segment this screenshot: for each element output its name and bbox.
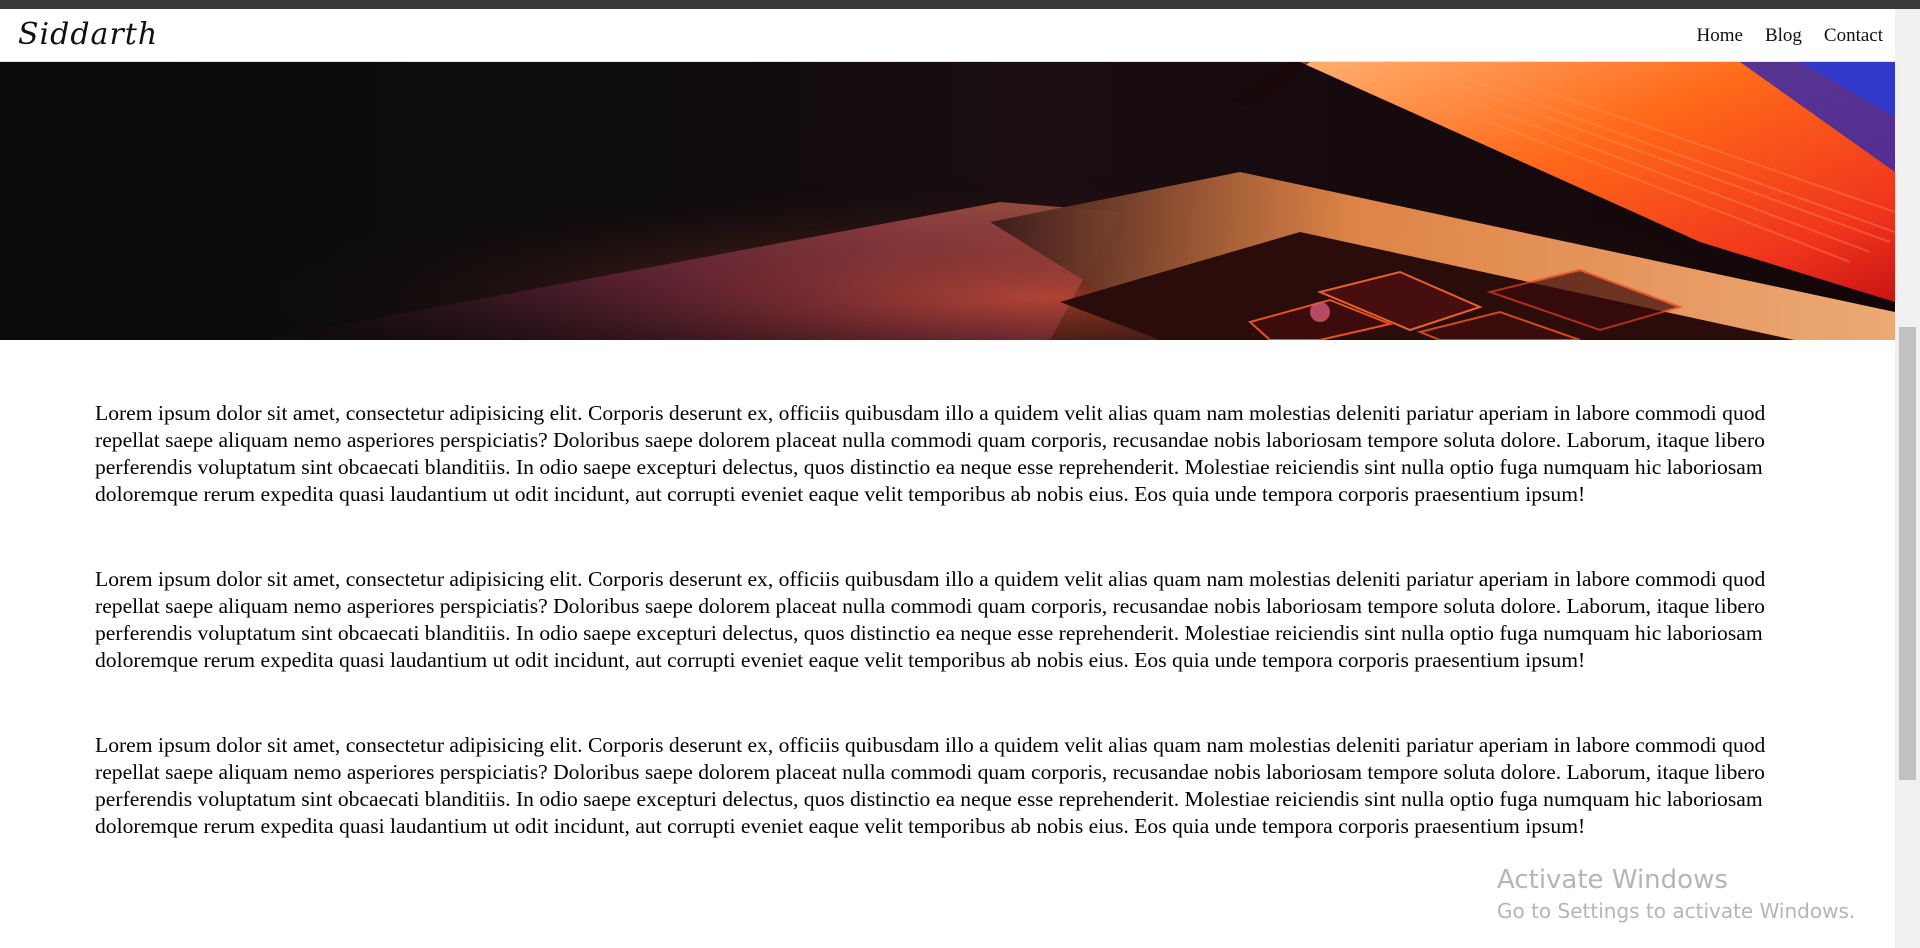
browser-top-strip [0,0,1920,9]
navbar: Siddarth Home Blog Contact [0,9,1895,62]
brand-logo[interactable]: Siddarth [18,17,158,52]
vertical-scrollbar[interactable] [1895,9,1920,948]
nav-link-contact[interactable]: Contact [1824,25,1883,47]
watermark-subtitle: Go to Settings to activate Windows. [1497,898,1856,923]
content-paragraph: Lorem ipsum dolor sit amet, consectetur … [95,401,1766,506]
laptop-keyboard-image [0,62,1895,340]
content-paragraph: Lorem ipsum dolor sit amet, consectetur … [95,733,1766,838]
main-content: Lorem ipsum dolor sit amet, consectetur … [95,400,1775,898]
content-paragraph: Lorem ipsum dolor sit amet, consectetur … [95,567,1766,672]
nav-links: Home Blog Contact [1675,25,1884,47]
nav-link-blog[interactable]: Blog [1765,25,1802,47]
nav-link-home[interactable]: Home [1697,25,1743,47]
hero-image [0,62,1895,340]
scrollbar-thumb[interactable] [1899,327,1916,780]
